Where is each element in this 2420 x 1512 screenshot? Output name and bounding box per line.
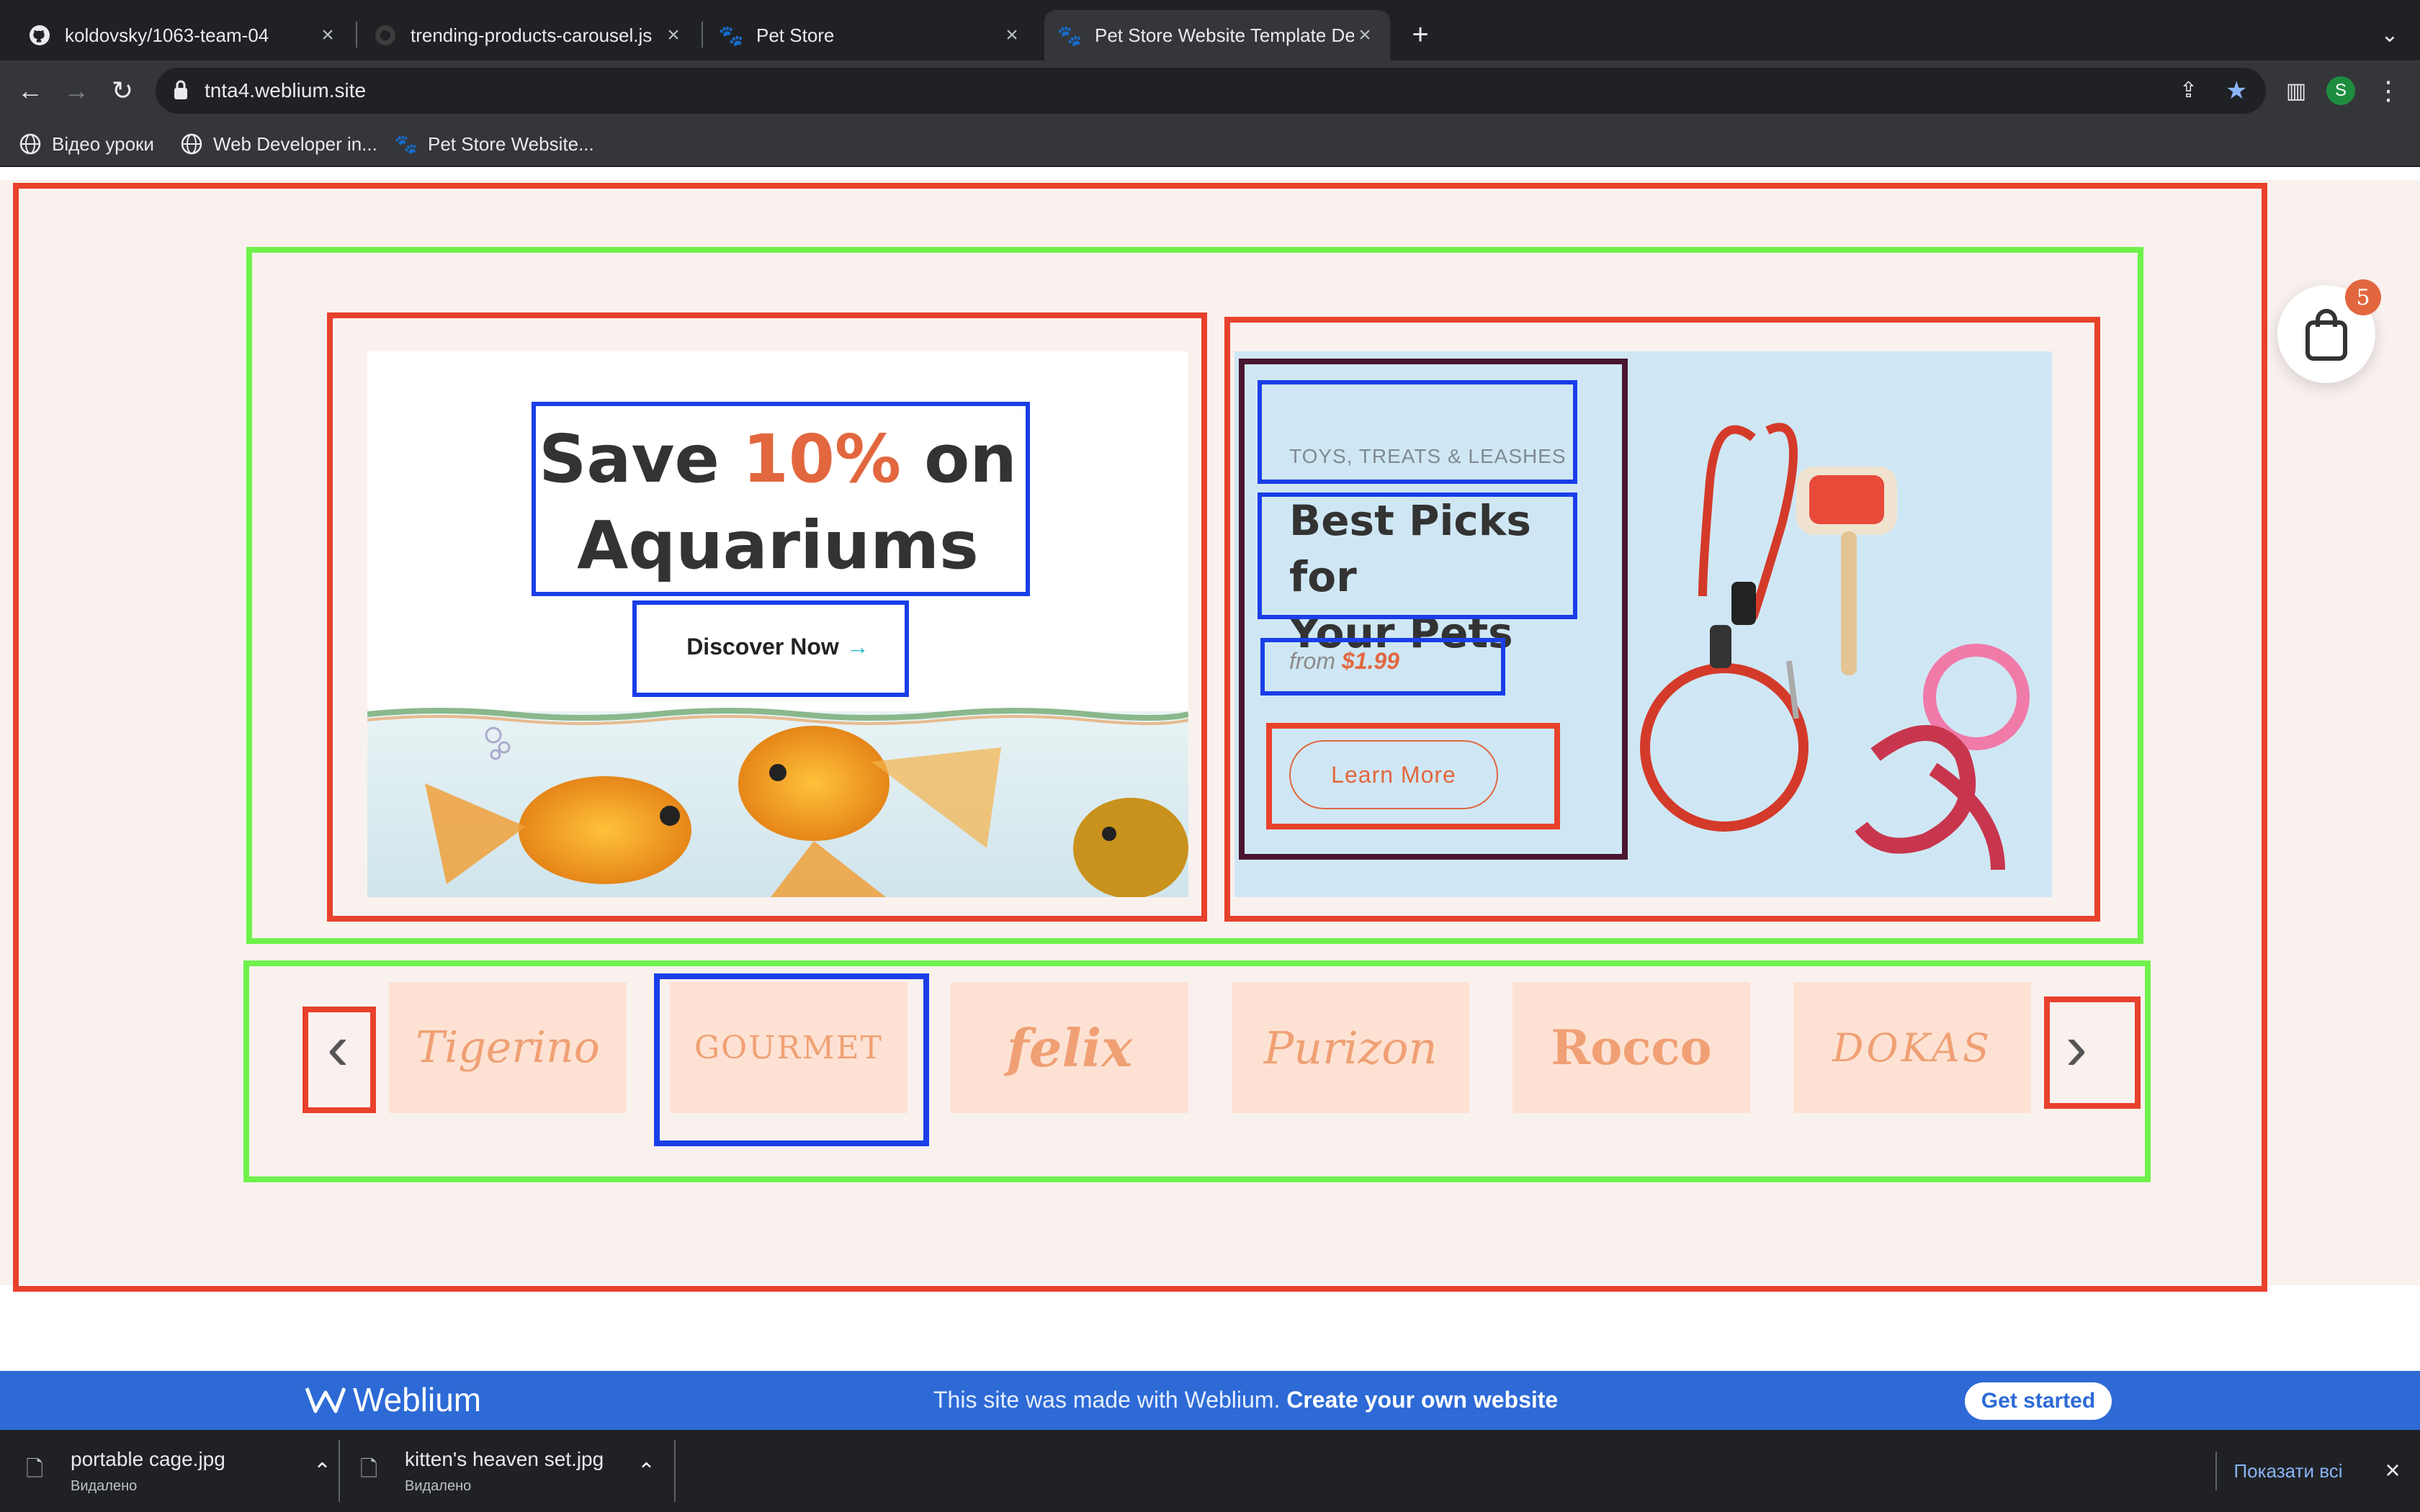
cta-label: Discover Now (686, 633, 839, 660)
pet-picks-title: Best Picks for Your Pets (1289, 492, 1592, 661)
globe-icon (19, 132, 42, 156)
paw-icon: 🐾 (1057, 24, 1083, 47)
bookmark-label: Відео уроки (52, 132, 154, 155)
arrow-right-icon: → (846, 633, 869, 660)
close-tab-icon[interactable]: × (663, 23, 684, 48)
close-tab-icon[interactable]: × (317, 23, 339, 48)
learn-more-button[interactable]: Learn More (1289, 740, 1498, 809)
bookmark-web-developer[interactable]: Web Developer in... (180, 131, 377, 157)
promo-eyebrow: TOYS, TREATS & LEASHES (1289, 445, 1567, 467)
profile-avatar[interactable]: S (2326, 76, 2355, 105)
url-text: tnta4.weblium.site (205, 79, 367, 102)
title-text: Best Picks for (1289, 496, 1531, 601)
share-icon[interactable]: ⇪ (2179, 78, 2197, 103)
tab-search-chevron-icon[interactable]: ⌄ (2374, 19, 2406, 50)
globe-icon (180, 132, 203, 156)
close-tab-icon[interactable]: × (1001, 23, 1023, 48)
carousel-prev-button[interactable]: ‹ (305, 1008, 370, 1087)
title-text: on (901, 420, 1017, 498)
shopping-bag-icon (2305, 309, 2347, 361)
brand-logo-dokas[interactable]: DOKAS (1793, 982, 2031, 1113)
cart-button[interactable]: 5 (2277, 279, 2381, 383)
tab-title: koldovsky/1063-team-04 (65, 24, 269, 46)
browser-tab-strip: koldovsky/1063-team-04 × trending-produc… (0, 0, 2420, 60)
download-shelf: 🗋 portable cage.jpg Видалено ⌃ 🗋 kitten'… (0, 1430, 2420, 1512)
weblium-w-icon (305, 1387, 346, 1413)
pet-picks-promo-card[interactable]: TOYS, TREATS & LEASHES Best Picks for Yo… (1234, 351, 2052, 897)
show-all-downloads-button[interactable]: Показати всі (2215, 1452, 2360, 1490)
file-icon: 🗋 (26, 1457, 44, 1481)
side-panel-icon[interactable]: ▥ (2280, 75, 2312, 107)
weblium-message: This site was made with Weblium. Create … (933, 1387, 1558, 1413)
brand-logo-rocco[interactable]: Rocco (1512, 982, 1750, 1113)
bookmark-label: Pet Store Website... (428, 132, 594, 155)
tab-pet-store[interactable]: 🐾 Pet Store × (706, 10, 1037, 60)
weblium-logo[interactable]: Weblium (305, 1380, 481, 1420)
bookmark-label: Web Developer in... (213, 132, 377, 155)
discover-now-button[interactable]: Discover Now → (634, 618, 922, 675)
bookmark-star-icon[interactable]: ★ (2226, 76, 2247, 105)
price-label: from $1.99 (1289, 648, 1399, 675)
aquarium-promo-title: Save 10% on Aquariums (533, 416, 1023, 589)
back-icon[interactable]: ← (14, 75, 46, 107)
forward-icon[interactable]: → (60, 75, 92, 107)
weblium-logo-text: Weblium (353, 1381, 482, 1418)
bookmarks-bar: Відео уроки Web Developer in... 🐾 Pet St… (0, 121, 2420, 167)
brand-logo-felix[interactable]: felix (951, 982, 1188, 1113)
pet-accessories-image (1640, 423, 2030, 870)
weblium-create-link[interactable]: Create your own website (1286, 1387, 1558, 1413)
bookmark-video-lessons[interactable]: Відео уроки (19, 131, 154, 157)
tab-title: Pet Store (756, 24, 835, 46)
promo-section (0, 180, 2420, 1285)
paw-icon: 🐾 (394, 132, 418, 155)
tab-title: Pet Store Website Template De (1095, 24, 1354, 46)
goldfish-aquarium-image (367, 708, 1188, 897)
carousel-next-button[interactable]: › (2044, 1008, 2109, 1087)
get-started-button[interactable]: Get started (1965, 1382, 2112, 1420)
github-icon (375, 24, 396, 46)
download-item[interactable]: 🗋 portable cage.jpg Видалено ⌃ (26, 1430, 331, 1512)
paw-icon: 🐾 (718, 24, 744, 47)
price-prefix: from (1289, 648, 1335, 674)
download-filename: portable cage.jpg (71, 1447, 225, 1470)
title-text: Aquariums (577, 507, 979, 584)
close-icon[interactable]: × (2377, 1454, 2408, 1486)
download-status: Видалено (71, 1477, 138, 1494)
address-bar[interactable]: tnta4.weblium.site ⇪ ★ (156, 68, 2266, 114)
cart-count-badge: 5 (2345, 279, 2381, 315)
browser-toolbar: ← → ↻ tnta4.weblium.site ⇪ ★ ▥ S ⋮ (0, 60, 2420, 121)
download-item[interactable]: 🗋 kitten's heaven set.jpg Видалено ⌃ (360, 1430, 655, 1512)
close-tab-icon[interactable]: × (1354, 23, 1376, 48)
tab-pet-store-template[interactable]: 🐾 Pet Store Website Template De × (1044, 10, 1390, 60)
reload-icon[interactable]: ↻ (107, 75, 138, 107)
github-icon (29, 24, 50, 46)
brand-logo-tigerino[interactable]: Tigerino (389, 982, 627, 1113)
chevron-up-icon[interactable]: ⌃ (637, 1459, 655, 1484)
tab-github-repo[interactable]: koldovsky/1063-team-04 × (14, 10, 353, 60)
lock-icon (173, 79, 189, 101)
tab-carousel-js[interactable]: trending-products-carousel.js × (360, 10, 699, 60)
menu-kebab-icon[interactable]: ⋮ (2372, 75, 2404, 107)
aquarium-promo-card[interactable]: Save 10% on Aquariums Discover Now → (367, 351, 1188, 897)
download-filename: kitten's heaven set.jpg (405, 1447, 604, 1470)
brand-logo-purizon[interactable]: Purizon (1232, 982, 1469, 1113)
bookmark-pet-store[interactable]: 🐾 Pet Store Website... (395, 131, 594, 157)
download-status: Видалено (405, 1477, 472, 1494)
weblium-message-text: This site was made with Weblium. (933, 1387, 1281, 1413)
chevron-up-icon[interactable]: ⌃ (313, 1459, 331, 1484)
new-tab-button[interactable]: + (1404, 19, 1436, 50)
tab-title: trending-products-carousel.js (411, 24, 653, 46)
discount-highlight: 10% (742, 420, 902, 498)
title-text: Save (539, 420, 743, 498)
brand-logo-gourmet[interactable]: GOURMET (670, 982, 908, 1113)
file-icon: 🗋 (360, 1457, 378, 1481)
weblium-banner: Weblium This site was made with Weblium.… (0, 1371, 2420, 1430)
price-value: $1.99 (1341, 648, 1399, 674)
